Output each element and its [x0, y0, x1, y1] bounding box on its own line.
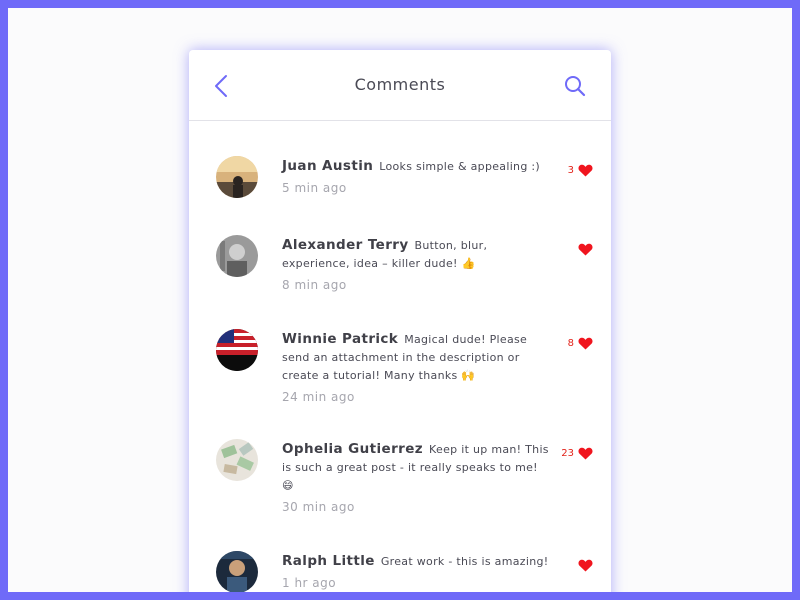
comment-author[interactable]: Winnie Patrick	[282, 331, 398, 347]
like-button[interactable]	[574, 557, 593, 573]
comment-author[interactable]: Ophelia Gutierrez	[282, 441, 423, 457]
comment-author[interactable]: Juan Austin	[282, 158, 373, 174]
search-icon[interactable]	[563, 74, 587, 98]
avatar[interactable]	[216, 329, 258, 371]
comment-content: Alexander Terry Button, blur, experience,…	[282, 236, 550, 294]
like-button[interactable]	[574, 241, 593, 257]
page-title: Comments	[354, 75, 446, 94]
comment-time: 30 min ago	[282, 500, 355, 514]
comment-time: 24 min ago	[282, 390, 355, 404]
comment-time: 5 min ago	[282, 181, 347, 195]
like-count: 3	[567, 164, 574, 176]
background: Comments Juan Austin Looks simple & appe…	[8, 8, 792, 592]
header: Comments	[189, 50, 611, 121]
comment-text: Looks simple & appealing :)	[379, 160, 540, 173]
comment-author[interactable]: Alexander Terry	[282, 237, 409, 253]
comment-text: Great work - this is amazing!	[380, 555, 549, 568]
comment-content: Winnie Patrick Magical dude! Please send …	[282, 330, 550, 406]
comment-content: Ralph Little Great work - this is amazing…	[282, 552, 550, 592]
comment-author[interactable]: Ralph Little	[282, 553, 375, 569]
comment-time: 1 hr ago	[282, 576, 337, 590]
avatar[interactable]	[216, 235, 258, 277]
avatar[interactable]	[216, 551, 258, 592]
like-button[interactable]: 8	[568, 335, 593, 351]
like-button[interactable]: 23	[561, 445, 593, 461]
heart-icon	[578, 559, 593, 572]
heart-icon	[578, 164, 593, 177]
comment-content: Ophelia Gutierrez Keep it up man! This is…	[282, 440, 550, 516]
heart-icon	[578, 447, 593, 460]
like-count: 23	[561, 447, 574, 459]
heart-icon	[578, 337, 593, 350]
like-count: 8	[567, 337, 574, 349]
heart-icon	[578, 243, 593, 256]
comments-card: Comments Juan Austin Looks simple & appe…	[189, 50, 611, 592]
comment-time: 8 min ago	[282, 278, 347, 292]
avatar[interactable]	[216, 156, 258, 198]
like-button[interactable]: 3	[568, 162, 593, 178]
avatar[interactable]	[216, 439, 258, 481]
comment-content: Juan Austin Looks simple & appealing :) 5…	[282, 157, 550, 197]
